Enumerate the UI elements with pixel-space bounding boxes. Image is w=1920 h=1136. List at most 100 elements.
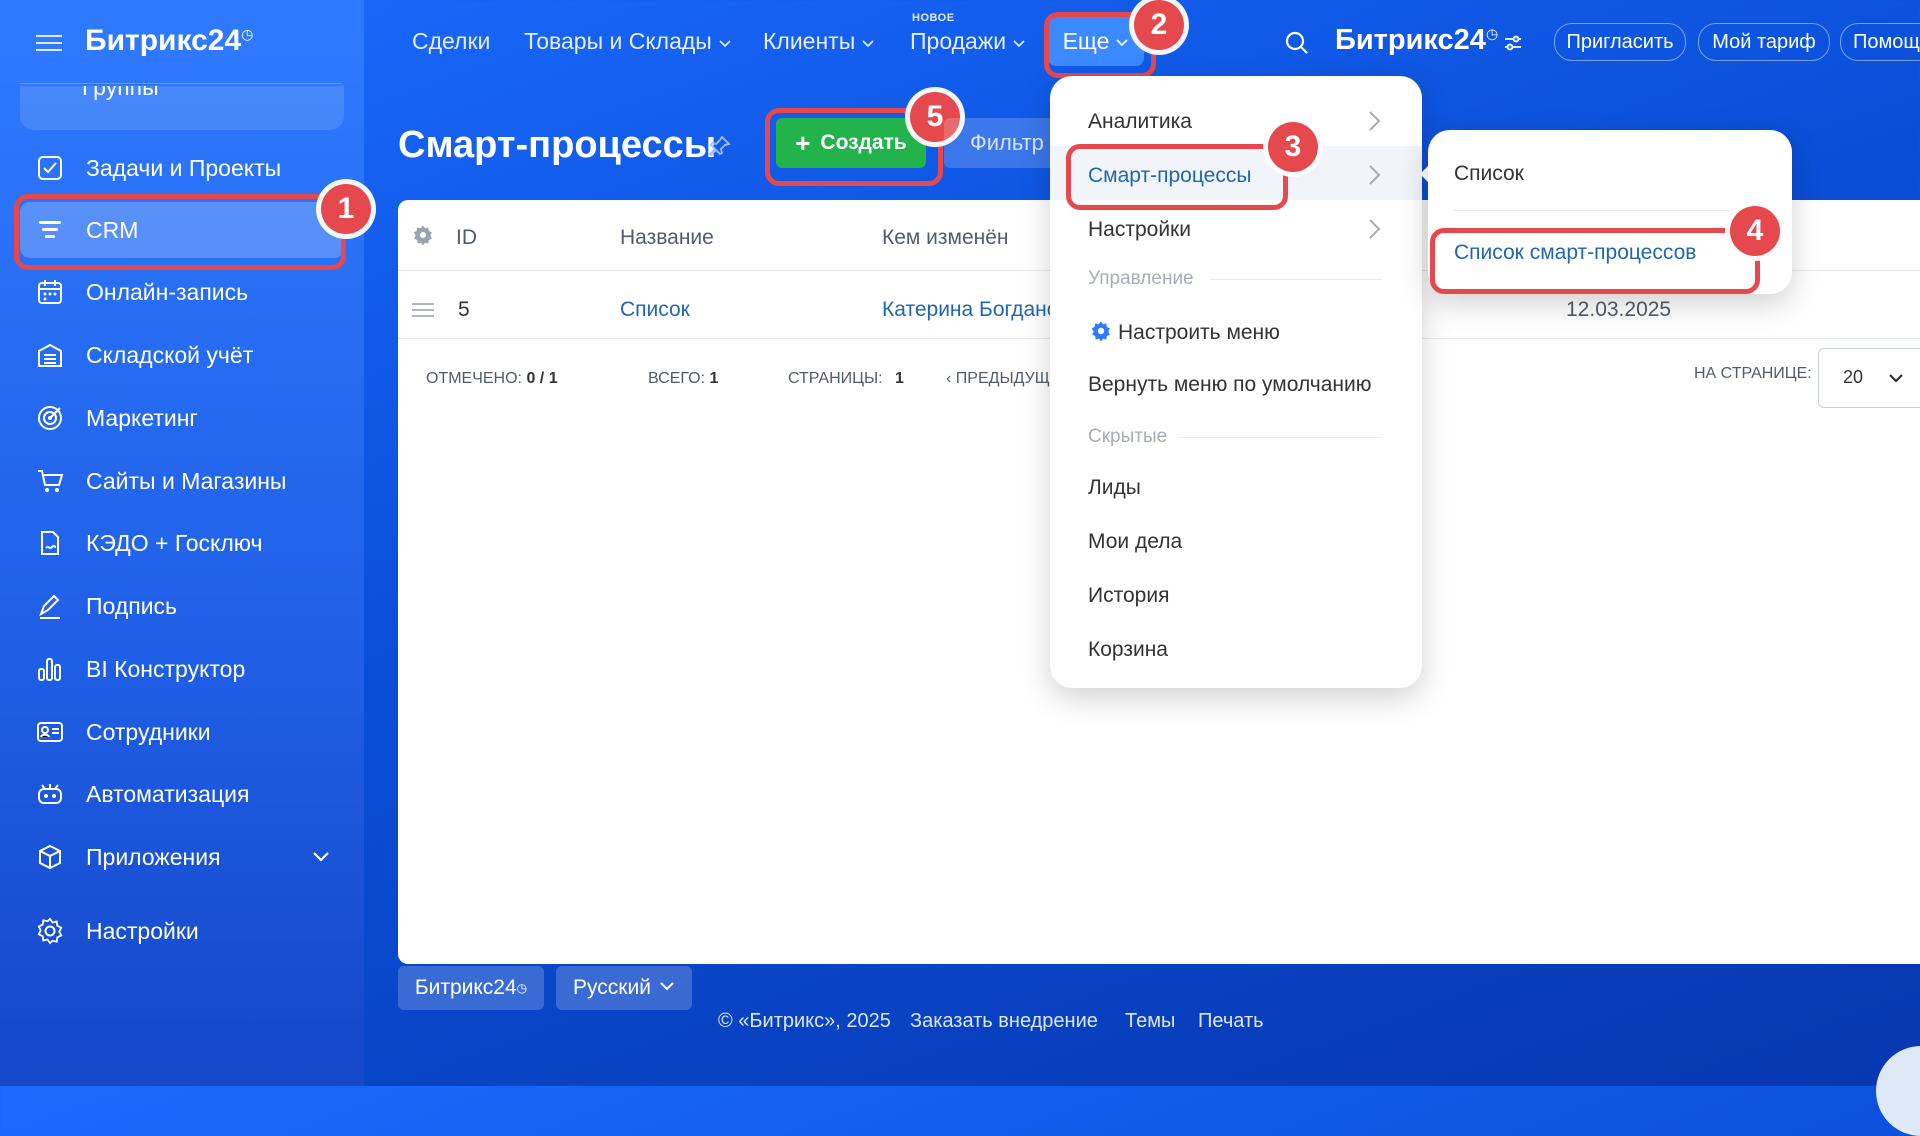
sidebar-item-marketing[interactable]: Маркетинг — [20, 390, 344, 446]
pages-count: СТРАНИЦЫ: 1 — [788, 370, 904, 387]
chat-bubble-icon[interactable] — [1876, 1046, 1920, 1136]
menu-item-my-tasks[interactable]: Мои дела — [1088, 530, 1182, 554]
cell-date: 12.03.2025 — [1566, 298, 1672, 321]
column-header-name[interactable]: Название — [620, 226, 714, 250]
sidebar-item-bi[interactable]: BI Конструктор — [20, 641, 344, 697]
sidebar-item-tasks[interactable]: Задачи и Проекты — [20, 140, 344, 196]
gear-icon[interactable] — [412, 224, 434, 251]
id-card-icon — [34, 716, 66, 748]
sidebar-item-kedo[interactable]: КЭДО + Госключ — [20, 515, 344, 571]
chevron-down-icon[interactable] — [310, 845, 332, 873]
per-page-label: НА СТРАНИЦЕ: — [1694, 365, 1812, 382]
sidebar-item-apps[interactable]: Приложения — [20, 829, 344, 885]
sidebar-item-crm[interactable]: CRM — [20, 202, 344, 258]
sidebar-item-signature[interactable]: Подпись — [20, 578, 344, 634]
menu-icon[interactable] — [36, 30, 62, 52]
menu-item-trash[interactable]: Корзина — [1088, 638, 1168, 662]
sidebar-item-employees[interactable]: Сотрудники — [20, 704, 344, 760]
section-divider — [1178, 437, 1382, 438]
prev-page-link[interactable]: ‹ ПРЕДЫДУЩАЯ — [946, 370, 1050, 388]
tab-products[interactable]: Товары и Склады — [524, 28, 732, 56]
sidebar-item-label: Автоматизация — [86, 780, 250, 807]
sidebar-item-label: Задачи и Проекты — [86, 154, 282, 181]
menu-item-smart-processes[interactable]: Смарт-процессы — [1088, 164, 1251, 188]
menu-item-history[interactable]: История — [1088, 584, 1169, 608]
chevron-down-icon — [1012, 29, 1026, 56]
cell-id: 5 — [458, 298, 470, 321]
brand-logo[interactable]: Битрикс24◷ — [85, 24, 253, 58]
chevron-down-icon — [1115, 28, 1129, 55]
sidebar-header: Битрикс24◷ — [0, 0, 364, 84]
footer-link-print[interactable]: Печать — [1198, 1010, 1264, 1033]
gear-icon — [34, 915, 66, 947]
submenu-item-smart-list[interactable]: Список смарт-процессов — [1454, 241, 1696, 265]
search-icon[interactable] — [1284, 30, 1310, 61]
column-header-id[interactable]: ID — [456, 226, 477, 250]
sliders-icon[interactable] — [1502, 32, 1524, 59]
tab-deals[interactable]: Сделки — [412, 28, 490, 55]
cell-name-link[interactable]: Список — [620, 298, 690, 322]
column-header-modified-by[interactable]: Кем изменён — [882, 226, 1009, 250]
menu-item-settings[interactable]: Настройки — [1088, 218, 1191, 242]
per-page-select[interactable]: 20 — [1818, 348, 1920, 408]
footer-brand-button[interactable]: Битрикс24 ◷ — [398, 966, 544, 1010]
sidebar-item-label: BI Конструктор — [86, 655, 246, 682]
copyright: © «Битрикс», 2025 — [718, 1010, 891, 1032]
help-button[interactable]: Помощь — [1840, 23, 1920, 61]
menu-item-configure[interactable]: Настроить меню — [1090, 320, 1280, 348]
target-icon — [34, 402, 66, 434]
sidebar-item-automation[interactable]: Автоматизация — [20, 766, 344, 822]
step-badge-4: 4 — [1730, 206, 1780, 256]
calendar-icon — [34, 276, 66, 308]
chevron-down-icon — [1887, 369, 1905, 392]
create-button[interactable]: + Создать — [776, 118, 926, 168]
sidebar-item-label: CRM — [86, 216, 139, 243]
more-button[interactable]: Еще — [1048, 16, 1144, 66]
checkbox-icon — [34, 152, 66, 184]
sidebar-item-label: Группы — [82, 86, 159, 100]
invite-button[interactable]: Пригласить — [1554, 23, 1686, 61]
cell-modified-by-link[interactable]: Катерина Богданова — [882, 298, 1050, 322]
sidebar: Битрикс24◷ Группы Задачи и Проекты CRM О… — [0, 0, 371, 1086]
pen-icon — [34, 590, 66, 622]
sidebar-item-label: Приложения — [86, 843, 221, 870]
tariff-button[interactable]: Мой тариф — [1698, 23, 1830, 61]
tab-clients[interactable]: Клиенты — [763, 28, 875, 56]
clock-icon: ◷ — [516, 981, 528, 995]
sidebar-item-sites[interactable]: Сайты и Магазины — [20, 453, 344, 509]
pin-icon[interactable] — [708, 134, 732, 163]
tab-sales[interactable]: Продажи — [910, 28, 1026, 56]
clock-icon: ◷ — [1485, 25, 1499, 42]
new-badge: НОВОЕ — [912, 12, 955, 24]
sidebar-item-groups[interactable]: Группы — [20, 86, 344, 130]
footer-link-order[interactable]: Заказать внедрение — [910, 1010, 1098, 1033]
sidebar-item-warehouse[interactable]: Складской учёт — [20, 327, 344, 383]
menu-item-leads[interactable]: Лиды — [1088, 476, 1141, 500]
sidebar-item-label: Складской учёт — [86, 341, 254, 368]
chevron-right-icon — [1366, 162, 1382, 193]
sidebar-item-label: Онлайн-запись — [86, 278, 249, 305]
chevron-down-icon — [718, 29, 732, 56]
step-badge-3: 3 — [1268, 122, 1318, 172]
chevron-left-icon: ‹ — [946, 370, 952, 387]
sidebar-item-online-booking[interactable]: Онлайн-запись — [20, 264, 344, 320]
sidebar-item-settings[interactable]: Настройки — [20, 903, 344, 959]
filter-lines-icon — [34, 214, 66, 246]
sidebar-item-label: Сайты и Магазины — [86, 467, 287, 494]
sidebar-item-label: Настройки — [86, 917, 199, 944]
chevron-right-icon — [1366, 216, 1382, 247]
bar-chart-icon — [34, 653, 66, 685]
total-count: ВСЕГО: 1 — [648, 370, 719, 387]
page-title: Смарт-процессы — [398, 124, 717, 166]
submenu-divider — [1454, 210, 1766, 211]
language-select[interactable]: Русский — [556, 966, 692, 1010]
submenu-item-list[interactable]: Список — [1454, 162, 1524, 186]
cube-icon — [34, 841, 66, 873]
sidebar-item-label: Маркетинг — [86, 404, 198, 431]
drag-handle-icon[interactable] — [412, 302, 434, 323]
menu-item-analytics[interactable]: Аналитика — [1088, 110, 1192, 134]
menu-item-reset[interactable]: Вернуть меню по умолчанию — [1088, 373, 1371, 397]
sidebar-item-label: Сотрудники — [86, 718, 211, 745]
brand-logo-top[interactable]: Битрикс24◷ — [1335, 24, 1498, 57]
footer-link-themes[interactable]: Темы — [1125, 1010, 1175, 1033]
